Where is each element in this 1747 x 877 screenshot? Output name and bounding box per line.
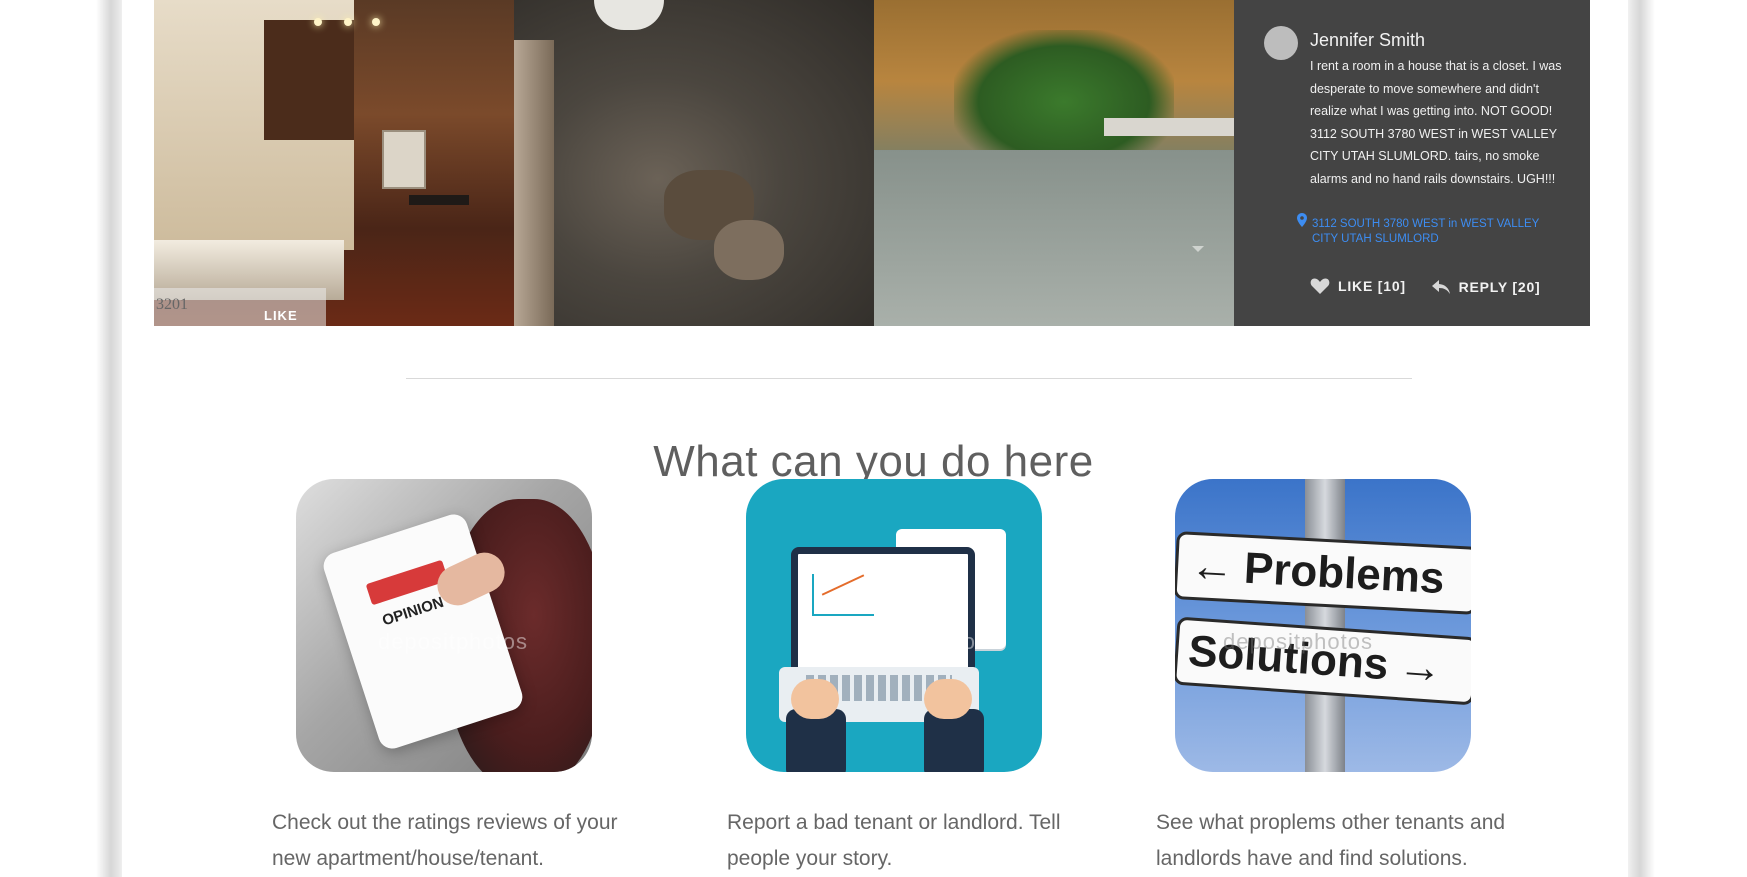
hand-right (924, 679, 972, 719)
feature-description-solutions: See what proplems other tenants and land… (1156, 811, 1506, 870)
hand-left (791, 679, 839, 719)
photo-lamp (344, 18, 352, 26)
like-count: 3201 (156, 296, 188, 313)
review-address-link[interactable]: 3112 SOUTH 3780 WEST in WEST VALLEY CITY… (1312, 217, 1562, 247)
like-label[interactable]: LIKE (264, 308, 298, 323)
review-text: I rent a room in a house that is a close… (1310, 59, 1562, 186)
photo-pool-water (874, 150, 1234, 326)
feature-image-opinion[interactable]: OPINION depositphotos (296, 479, 592, 772)
feature-image-problems-solutions[interactable]: ← Problems Solutions → depositphotos (1175, 479, 1471, 772)
gallery-photo-damaged-floor[interactable] (514, 0, 874, 326)
photo-gallery: 3201 LIKE Jennifer Smith I rent a room i… (154, 0, 1590, 326)
photo-lamp (314, 18, 322, 26)
watermark: depositphotos (1223, 629, 1373, 654)
like-button-label: LIKE [10] (1338, 278, 1406, 294)
photo-lamp (372, 18, 380, 26)
heart-icon (1310, 278, 1330, 294)
section-divider (406, 378, 1412, 379)
gallery-photo-pool[interactable] (874, 0, 1234, 326)
watermark: depositphotos (838, 629, 988, 654)
laptop-screen (791, 547, 975, 676)
photo-rail (1104, 118, 1234, 136)
photo-window (382, 130, 426, 189)
gallery-photo-kitchen[interactable]: 3201 LIKE (154, 0, 514, 326)
laptop-chart (812, 574, 874, 616)
map-pin-icon (1297, 213, 1307, 227)
problems-sign-text: Problems (1242, 543, 1446, 604)
watermark: depositphotos (378, 629, 528, 654)
problems-sign: ← Problems (1175, 531, 1471, 615)
review-actions: LIKE [10] REPLY [20] (1310, 277, 1561, 298)
reviewer-name[interactable]: Jennifer Smith (1310, 30, 1425, 51)
photo-wall-edge (514, 40, 554, 326)
gallery-like-strip[interactable]: 3201 LIKE (154, 288, 326, 326)
reply-button-label: REPLY [20] (1458, 279, 1541, 295)
feature-description-report: Report a bad tenant or landlord. Tell pe… (727, 811, 1061, 870)
feature-description-ratings: Check out the ratings reviews of your ne… (272, 811, 618, 870)
review-card: Jennifer Smith I rent a room in a house … (1234, 0, 1590, 326)
caret-down-icon[interactable] (1192, 246, 1204, 252)
photo-table (409, 195, 469, 205)
photo-toilet (594, 0, 664, 30)
reply-arrow-icon (1431, 280, 1450, 294)
arrow-right-icon: → (1396, 641, 1444, 694)
reply-button[interactable]: REPLY [20] (1431, 279, 1541, 295)
photo-cabinet (264, 20, 354, 140)
feature-image-report[interactable]: depositphotos (746, 479, 1042, 772)
like-button[interactable]: LIKE [10] (1310, 277, 1406, 295)
avatar[interactable] (1264, 26, 1298, 60)
arrow-left-icon: ← (1188, 540, 1236, 593)
photo-rubble (714, 220, 784, 280)
